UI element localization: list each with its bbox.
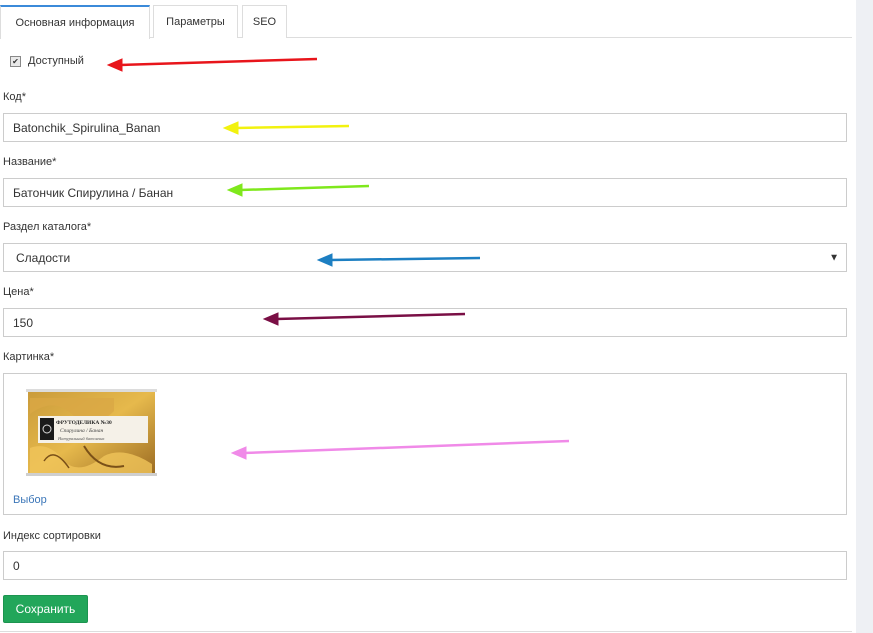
caret-down-icon: ▼ xyxy=(829,252,839,263)
save-button[interactable]: Сохранить xyxy=(3,595,88,623)
bottom-divider xyxy=(0,631,852,632)
catalog-section-select[interactable]: Сладости ▼ xyxy=(3,243,847,272)
name-input[interactable]: Батончик Спирулина / Банан xyxy=(3,178,847,207)
price-input[interactable]: 150 xyxy=(3,308,847,337)
package-subtitle-text: Натуральный батончик xyxy=(58,436,105,441)
name-label: Название* xyxy=(3,156,57,168)
catalog-section-label: Раздел каталога* xyxy=(3,221,92,233)
package-flavor-text: Спирулина / Банан xyxy=(60,428,104,434)
available-label: Доступный xyxy=(28,55,84,67)
package-brand-text: ФРУТОДЕЛИКА №30 xyxy=(56,420,112,426)
available-checkbox-row: ✔ Доступный xyxy=(10,55,84,67)
choose-image-link[interactable]: Выбор xyxy=(13,494,47,506)
tab-parameters[interactable]: Параметры xyxy=(153,5,238,38)
catalog-section-value: Сладости xyxy=(16,250,71,265)
arrow-red xyxy=(106,57,318,72)
tab-main-info[interactable]: Основная информация xyxy=(0,5,150,39)
sort-index-label: Индекс сортировки xyxy=(3,530,101,542)
tab-bar: Основная информация Параметры SEO xyxy=(0,0,852,39)
picture-field: ФРУТОДЕЛИКА №30 Спирулина / Банан Натура… xyxy=(3,373,847,515)
right-side-panel xyxy=(856,0,873,633)
sort-index-input[interactable]: 0 xyxy=(3,551,847,580)
available-checkbox[interactable]: ✔ xyxy=(10,55,21,67)
picture-label: Картинка* xyxy=(3,351,55,363)
price-label: Цена* xyxy=(3,286,34,298)
code-input[interactable]: Batonchik_Spirulina_Banan xyxy=(3,113,847,142)
tab-seo[interactable]: SEO xyxy=(242,5,287,38)
code-label: Код* xyxy=(3,91,26,103)
